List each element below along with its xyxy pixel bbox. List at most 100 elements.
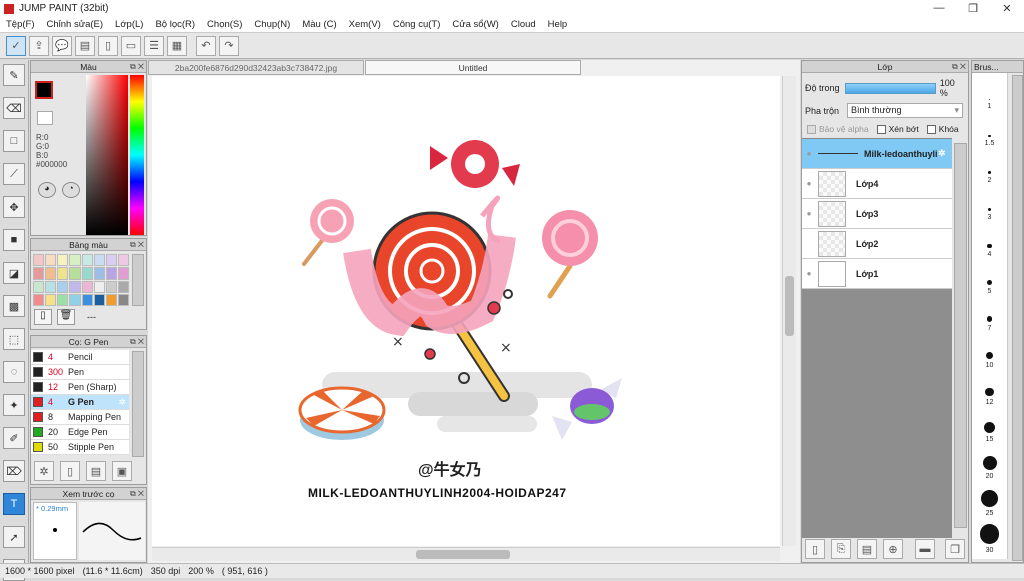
menu-file[interactable]: Tệp(F) xyxy=(6,19,35,30)
eye-icon[interactable]: ● xyxy=(802,209,816,218)
blend-mode-select[interactable]: Bình thường ▾ xyxy=(847,103,963,118)
brush-size-option[interactable]: 7 xyxy=(972,295,1007,332)
menu-view[interactable]: Xem(V) xyxy=(349,19,381,30)
color-swatch[interactable] xyxy=(33,254,45,267)
color-swatch[interactable] xyxy=(117,293,129,306)
layer-list-scrollbar[interactable] xyxy=(954,143,967,528)
gear-icon[interactable]: ✲ xyxy=(938,148,946,159)
color-swatch[interactable] xyxy=(105,280,117,293)
text-tool-icon[interactable]: T xyxy=(3,493,25,515)
lasso-tool-icon[interactable]: ◌ xyxy=(3,361,25,383)
color-swatch[interactable] xyxy=(81,267,93,280)
color-swatch[interactable] xyxy=(81,280,93,293)
redo-icon[interactable]: ↷ xyxy=(219,35,239,56)
brush-item[interactable]: 8 Mapping Pen xyxy=(31,410,129,425)
swatch-grid[interactable] xyxy=(33,254,129,306)
color-swatch[interactable] xyxy=(57,254,69,267)
check-icon[interactable]: ✓ xyxy=(6,35,26,56)
brush-size-option[interactable]: 4 xyxy=(972,221,1007,258)
brush-size-option[interactable]: 15 xyxy=(972,406,1007,443)
brush-settings-icon[interactable]: ▣ xyxy=(112,461,132,481)
new-swatch-icon[interactable]: ▯ xyxy=(34,309,52,325)
brush-item[interactable]: 4 Pencil xyxy=(31,350,129,365)
gear-icon[interactable]: ✲ xyxy=(118,397,126,408)
eraser-tool-icon[interactable]: ⌫ xyxy=(3,97,25,119)
brush-list-scrollbar[interactable] xyxy=(132,351,144,457)
color-swatch[interactable] xyxy=(57,280,69,293)
color-swatch[interactable] xyxy=(45,293,57,306)
swatch-scrollbar[interactable] xyxy=(132,254,144,306)
menu-select[interactable]: Chọn(S) xyxy=(207,19,242,30)
canvas-horizontal-scrollbar[interactable] xyxy=(152,547,780,561)
eye-icon[interactable]: ● xyxy=(802,149,816,158)
rectangle-tool-icon[interactable]: □ xyxy=(3,130,25,152)
brush-add-icon[interactable]: ✲ xyxy=(34,461,54,481)
menu-color[interactable]: Màu (C) xyxy=(302,19,336,30)
brush-item[interactable]: 300 Pen xyxy=(31,365,129,380)
color-swatch[interactable] xyxy=(117,267,129,280)
color-swatch[interactable] xyxy=(93,280,105,293)
color-swatch[interactable] xyxy=(117,280,129,293)
brush-dropdown-icon[interactable]: ▤ xyxy=(86,461,106,481)
horizontal-scroll-thumb[interactable] xyxy=(416,550,510,559)
select-pen-tool-icon[interactable]: ✐ xyxy=(3,427,25,449)
brush-size-option[interactable]: 3 xyxy=(972,184,1007,221)
magic-wand-tool-icon[interactable]: ✦ xyxy=(3,394,25,416)
lock-checkbox[interactable] xyxy=(926,124,936,134)
undo-icon[interactable]: ↶ xyxy=(196,35,216,56)
duplicate-layer-icon[interactable]: ❐ xyxy=(945,539,965,559)
palette-icon[interactable]: ◕ xyxy=(38,182,56,198)
menu-help[interactable]: Help xyxy=(548,19,568,30)
color-swatch[interactable] xyxy=(117,254,129,267)
panel-buttons-icon[interactable]: ⧉ ✕ xyxy=(130,336,144,348)
clipping-checkbox[interactable] xyxy=(876,124,886,134)
add-layer-dropdown-icon[interactable]: ⊕ xyxy=(883,539,903,559)
tab-image-file[interactable]: 2ba200fe6876d290d32423ab3c738472.jpg xyxy=(148,60,364,75)
menu-cloud[interactable]: Cloud xyxy=(511,19,536,30)
color-swatch[interactable] xyxy=(81,293,93,306)
list-icon[interactable]: ☰ xyxy=(144,35,164,56)
brush-size-scrollbar[interactable] xyxy=(1012,75,1023,561)
color-swatch[interactable] xyxy=(93,293,105,306)
move-tool-icon[interactable]: ✥ xyxy=(3,196,25,218)
close-button[interactable]: ✕ xyxy=(990,2,1024,15)
panel-buttons-icon[interactable]: ⧉ ✕ xyxy=(952,61,966,73)
layer-row[interactable]: ● Lớp3 xyxy=(802,199,952,229)
operation-tool-icon[interactable]: ➚ xyxy=(3,526,25,548)
menu-window[interactable]: Cửa sổ(W) xyxy=(452,19,498,30)
page-icon[interactable]: ▯ xyxy=(98,35,118,56)
brush-item[interactable]: 20 Edge Pen xyxy=(31,425,129,440)
color-swatch[interactable] xyxy=(33,267,45,280)
fill-rect-tool-icon[interactable]: ■ xyxy=(3,229,25,251)
brush-new-icon[interactable]: ▯ xyxy=(60,461,80,481)
color-swatch[interactable] xyxy=(93,267,105,280)
brush-size-option[interactable]: 5 xyxy=(972,258,1007,295)
maximize-button[interactable]: ❐ xyxy=(956,2,990,15)
tab-untitled[interactable]: Untitled xyxy=(365,60,581,75)
color-swatch[interactable] xyxy=(57,293,69,306)
eye-icon[interactable]: ● xyxy=(802,179,816,188)
select-eraser-tool-icon[interactable]: ⌦ xyxy=(3,460,25,482)
panel-buttons-icon[interactable]: ⧉ ✕ xyxy=(130,239,144,251)
color-swatch[interactable] xyxy=(69,280,81,293)
color-swatch[interactable] xyxy=(69,254,81,267)
color-swatch[interactable] xyxy=(81,254,93,267)
panel-buttons-icon[interactable]: ⧉ ✕ xyxy=(130,61,144,73)
opacity-slider[interactable] xyxy=(844,82,936,94)
brush-item-selected[interactable]: 4 G Pen ✲ xyxy=(31,395,129,410)
color-swatch[interactable] xyxy=(45,267,57,280)
vertical-scroll-thumb[interactable] xyxy=(785,276,794,336)
foreground-color-swatch[interactable] xyxy=(35,81,53,99)
brush-size-option[interactable]: 25 xyxy=(972,480,1007,517)
menu-capture[interactable]: Chụp(N) xyxy=(254,19,290,30)
line-tool-icon[interactable]: ⟋ xyxy=(3,163,25,185)
menu-filter[interactable]: Bộ lọc(R) xyxy=(155,19,195,30)
protect-alpha-checkbox[interactable] xyxy=(807,124,816,134)
brush-size-option[interactable]: 30 xyxy=(972,517,1007,554)
brush-item[interactable]: 12 Pen (Sharp) xyxy=(31,380,129,395)
brush-item[interactable]: 50 Stipple Pen xyxy=(31,440,129,455)
layer-row-selected[interactable]: ● Milk-ledoanthuylinh✲ xyxy=(802,139,952,169)
minimize-button[interactable]: — xyxy=(922,2,956,15)
color-swatch[interactable] xyxy=(33,280,45,293)
new-raster-icon[interactable]: ▤ xyxy=(857,539,877,559)
